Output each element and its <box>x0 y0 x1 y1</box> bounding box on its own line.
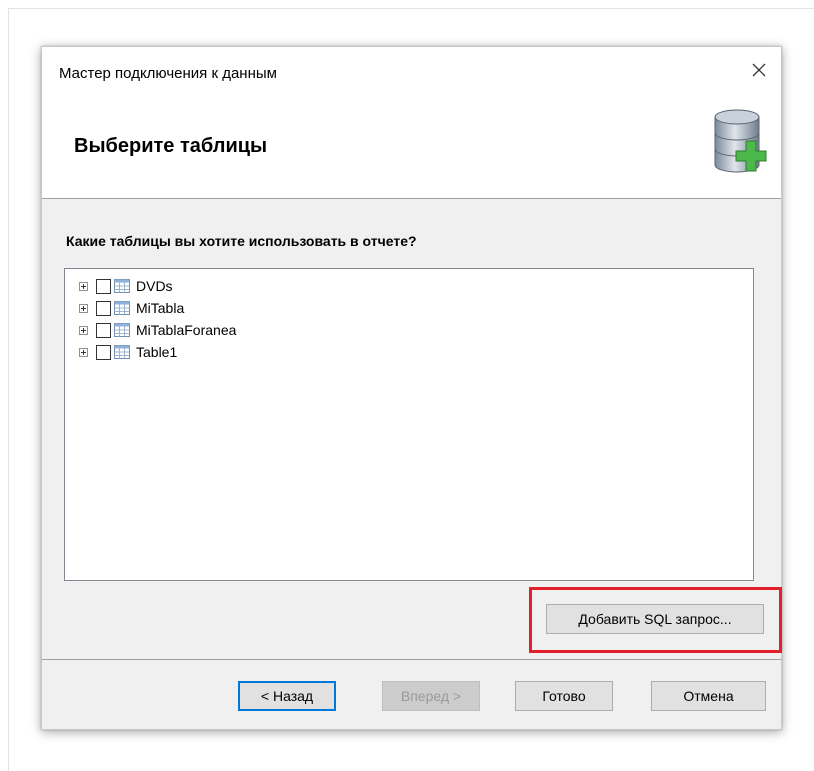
page-heading: Выберите таблицы <box>74 135 268 157</box>
plus-expander-icon[interactable] <box>79 303 88 313</box>
close-button[interactable] <box>743 55 775 85</box>
tables-question-label: Какие таблицы вы хотите использовать в о… <box>66 233 417 249</box>
data-connection-wizard-dialog: Мастер подключения к данным Выберите таб… <box>41 46 782 730</box>
tree-item-dvds[interactable]: DVDs <box>79 275 173 297</box>
dialog-title: Мастер подключения к данным <box>59 65 277 82</box>
table-checkbox[interactable] <box>96 344 111 360</box>
page-border-left <box>8 8 9 771</box>
table-checkbox[interactable] <box>96 322 111 338</box>
plus-expander-icon[interactable] <box>79 325 88 335</box>
table-icon <box>114 323 130 337</box>
database-add-icon <box>714 109 767 173</box>
table-name: DVDs <box>136 278 173 294</box>
table-name: Table1 <box>136 344 178 360</box>
page-border <box>8 8 814 9</box>
tree-item-table1[interactable]: Table1 <box>79 341 177 363</box>
footer-separator <box>42 659 781 660</box>
table-checkbox[interactable] <box>96 278 111 294</box>
tables-tree[interactable]: DVDs MiTabla MiTablaForanea Table1 <box>64 268 754 581</box>
dialog-header: Мастер подключения к данным Выберите таб… <box>42 47 781 199</box>
close-icon <box>752 63 766 77</box>
plus-expander-icon[interactable] <box>79 281 88 291</box>
table-checkbox[interactable] <box>96 300 111 316</box>
cancel-button[interactable]: Отмена <box>651 681 766 711</box>
finish-button[interactable]: Готово <box>515 681 613 711</box>
tree-item-mitabla[interactable]: MiTabla <box>79 297 184 319</box>
plus-expander-icon[interactable] <box>79 347 88 357</box>
back-button[interactable]: < Назад <box>238 681 336 711</box>
next-button[interactable]: Вперед > <box>382 681 480 711</box>
tree-item-mitablaforanea[interactable]: MiTablaForanea <box>79 319 236 341</box>
table-icon <box>114 345 130 359</box>
table-icon <box>114 279 130 293</box>
table-icon <box>114 301 130 315</box>
add-sql-query-button[interactable]: Добавить SQL запрос... <box>546 604 764 634</box>
table-name: MiTabla <box>136 300 185 316</box>
table-name: MiTablaForanea <box>136 322 237 338</box>
